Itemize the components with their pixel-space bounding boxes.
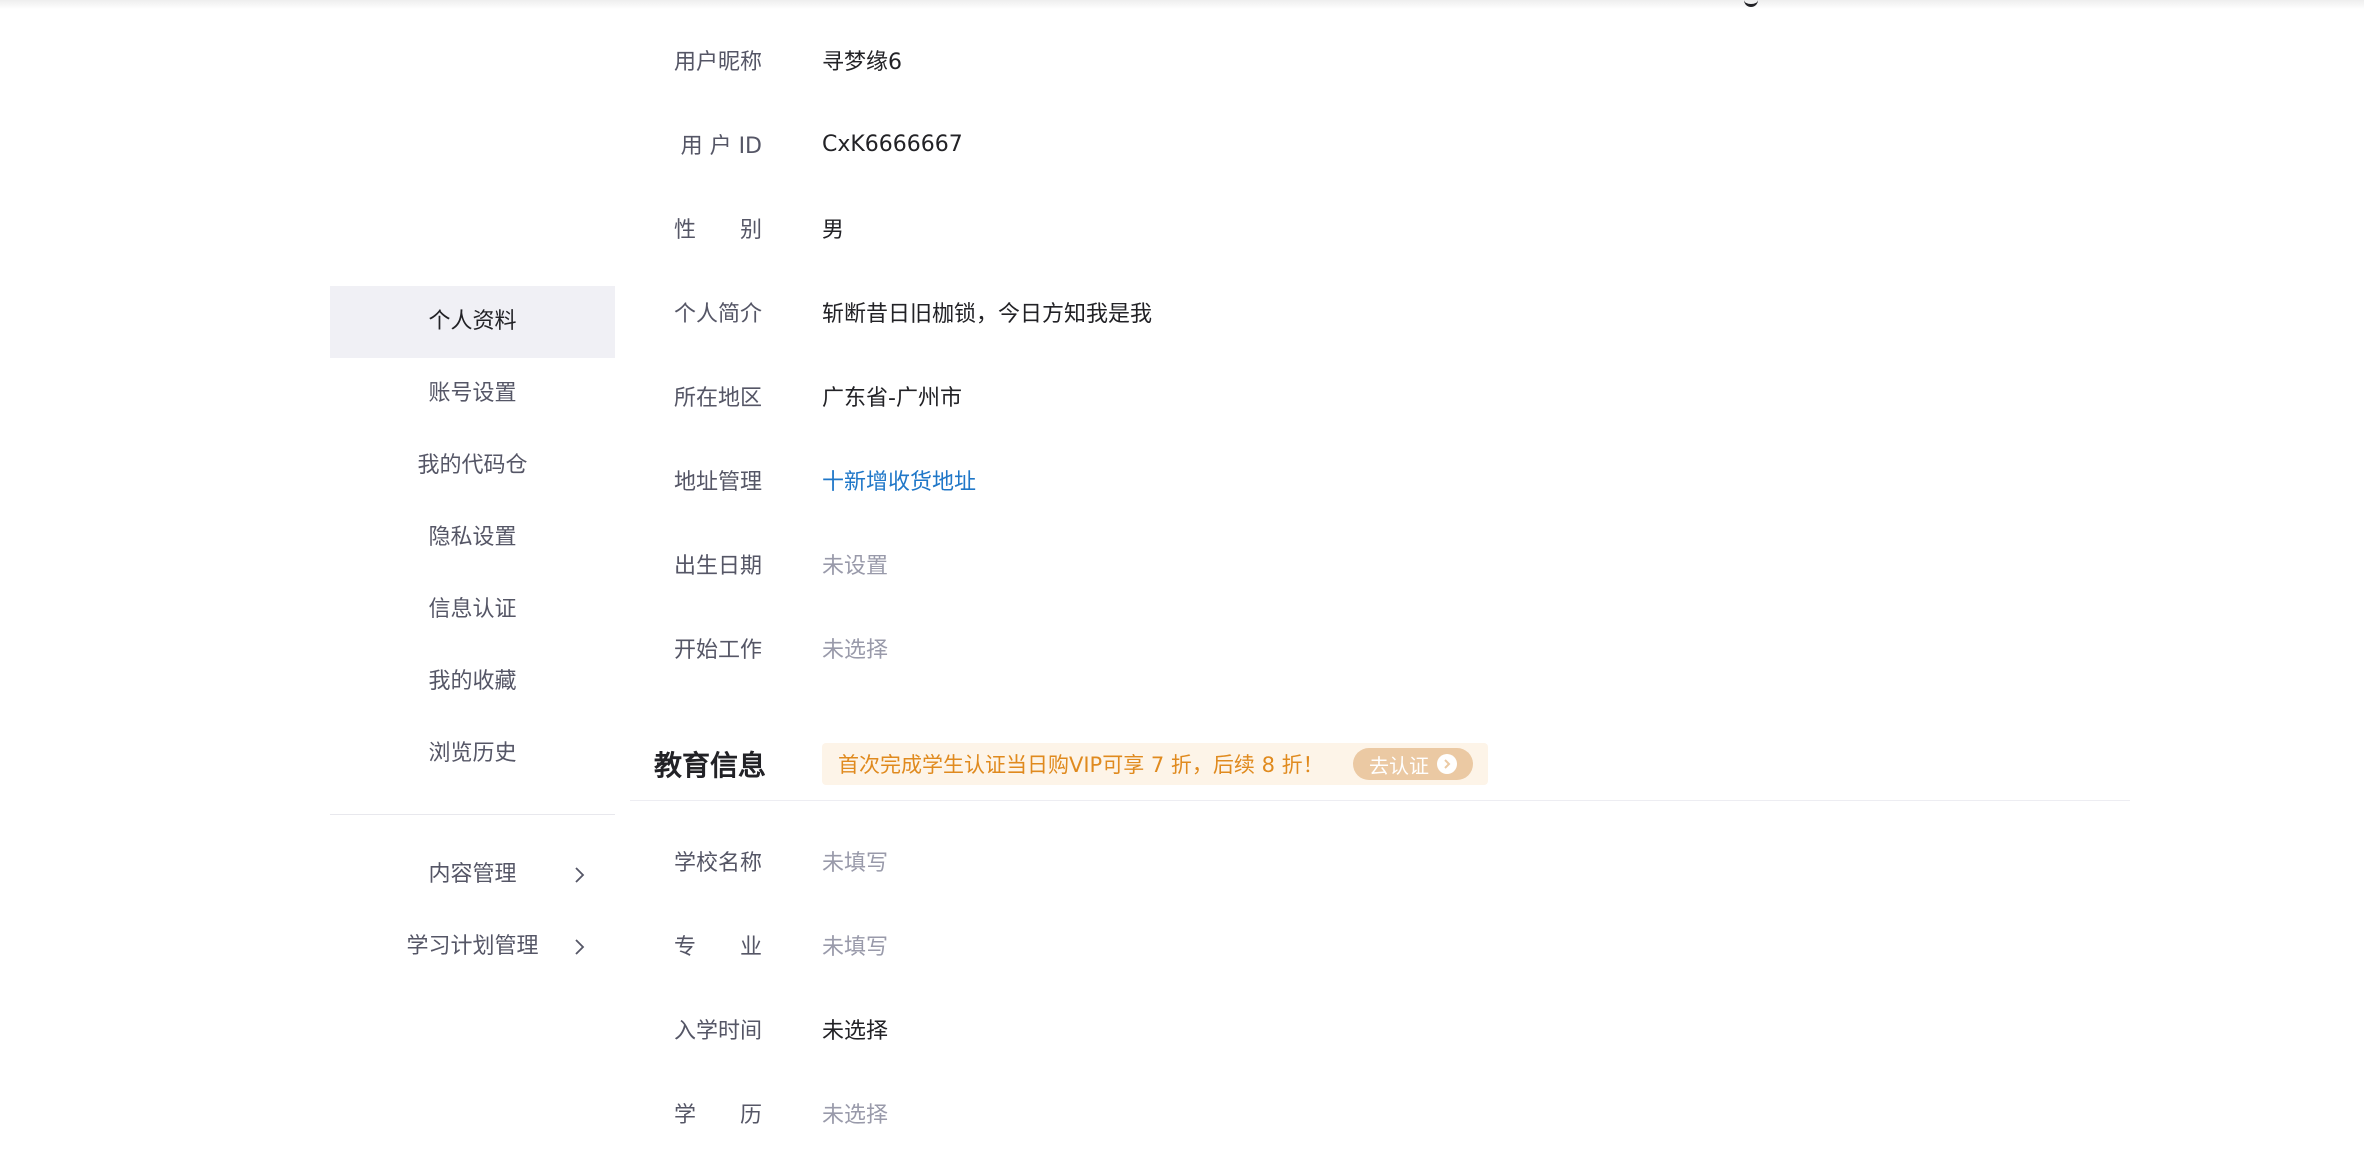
field-region: 所在地区 广东省-广州市 xyxy=(630,376,962,416)
sidebar-item-verification[interactable]: 信息认证 xyxy=(330,574,615,646)
add-address-link[interactable]: 十新增收货地址 xyxy=(822,464,976,496)
birthday-value[interactable]: 未设置 xyxy=(822,548,888,580)
field-label: 专 业 xyxy=(673,935,762,960)
sidebar-item-label: 我的收藏 xyxy=(428,669,517,694)
sidebar-item-label: 个人资料 xyxy=(428,309,517,334)
sidebar-item-history[interactable]: 浏览历史 xyxy=(330,718,615,790)
sidebar-item-label: 隐私设置 xyxy=(428,525,517,550)
chevron-right-circle-icon xyxy=(1437,754,1457,774)
field-bio: 个人简介 斩断昔日旧枷锁，今日方知我是我 xyxy=(630,292,1152,332)
chevron-right-icon xyxy=(570,911,590,983)
nickname-value[interactable]: 寻梦缘6 xyxy=(822,44,902,76)
field-degree: 学 历 未选择 xyxy=(630,1093,888,1133)
field-enroll-time: 入学时间 未选择 xyxy=(630,1009,888,1049)
field-label: 地址管理 xyxy=(673,470,762,495)
field-label: 学校名称 xyxy=(673,851,762,876)
sidebar-item-label: 浏览历史 xyxy=(428,741,517,766)
sidebar-item-study-plan[interactable]: 学习计划管理 xyxy=(330,911,615,983)
school-value[interactable]: 未填写 xyxy=(822,845,888,877)
major-value[interactable]: 未填写 xyxy=(822,929,888,961)
field-label: 用 户 ID xyxy=(680,134,762,159)
sidebar-item-label: 信息认证 xyxy=(428,597,517,622)
field-label: 个人简介 xyxy=(673,302,762,327)
field-label: 性 别 xyxy=(673,218,762,243)
section-divider xyxy=(630,800,2130,801)
field-label: 入学时间 xyxy=(673,1019,762,1044)
verify-button-label: 去认证 xyxy=(1369,753,1429,778)
field-address: 地址管理 十新增收货地址 xyxy=(630,460,976,500)
promo-text: 首次完成学生认证当日购VIP可享 7 折，后续 8 折！ xyxy=(838,753,1324,777)
field-gender: 性 别 男 xyxy=(630,208,844,248)
education-section-title: 教育信息 xyxy=(654,749,767,782)
field-label: 出生日期 xyxy=(673,554,762,579)
sidebar-item-account-settings[interactable]: 账号设置 xyxy=(330,358,615,430)
enroll-time-value[interactable]: 未选择 xyxy=(822,1013,888,1045)
sidebar-item-favorites[interactable]: 我的收藏 xyxy=(330,646,615,718)
sidebar-item-label: 学习计划管理 xyxy=(406,934,539,959)
settings-sidebar: 个人资料 账号设置 我的代码仓 隐私设置 信息认证 我的收藏 浏览历史 内容管理… xyxy=(330,286,615,983)
field-label: 开始工作 xyxy=(673,638,762,663)
field-birthday: 出生日期 未设置 xyxy=(630,544,888,584)
sidebar-item-label: 我的代码仓 xyxy=(417,453,528,478)
sidebar-divider xyxy=(330,814,615,815)
field-label: 学 历 xyxy=(673,1103,762,1128)
gender-value[interactable]: 男 xyxy=(822,212,844,244)
user-id-value: CxK6666667 xyxy=(822,131,963,157)
region-value[interactable]: 广东省-广州市 xyxy=(822,380,962,412)
sidebar-item-privacy[interactable]: 隐私设置 xyxy=(330,502,615,574)
sidebar-item-content-management[interactable]: 内容管理 xyxy=(330,839,615,911)
top-header-shadow xyxy=(0,0,2364,9)
field-work-start: 开始工作 未选择 xyxy=(630,628,888,668)
sidebar-item-code-repo[interactable]: 我的代码仓 xyxy=(330,430,615,502)
field-major: 专 业 未填写 xyxy=(630,925,888,965)
chevron-right-icon xyxy=(570,839,590,911)
field-school: 学校名称 未填写 xyxy=(630,841,888,881)
field-user-id: 用 户 ID CxK6666667 xyxy=(630,124,963,164)
sidebar-item-label: 内容管理 xyxy=(428,862,517,887)
field-label: 用户昵称 xyxy=(673,50,762,75)
student-verification-banner: 首次完成学生认证当日购VIP可享 7 折，后续 8 折！ 去认证 xyxy=(822,743,1488,785)
sidebar-item-label: 账号设置 xyxy=(428,381,517,406)
field-label: 所在地区 xyxy=(673,386,762,411)
degree-value[interactable]: 未选择 xyxy=(822,1097,888,1129)
verify-button[interactable]: 去认证 xyxy=(1353,748,1473,780)
work-start-value[interactable]: 未选择 xyxy=(822,632,888,664)
field-nickname: 用户昵称 寻梦缘6 xyxy=(630,40,902,80)
bio-value[interactable]: 斩断昔日旧枷锁，今日方知我是我 xyxy=(822,296,1152,328)
sidebar-item-profile[interactable]: 个人资料 xyxy=(330,286,615,358)
